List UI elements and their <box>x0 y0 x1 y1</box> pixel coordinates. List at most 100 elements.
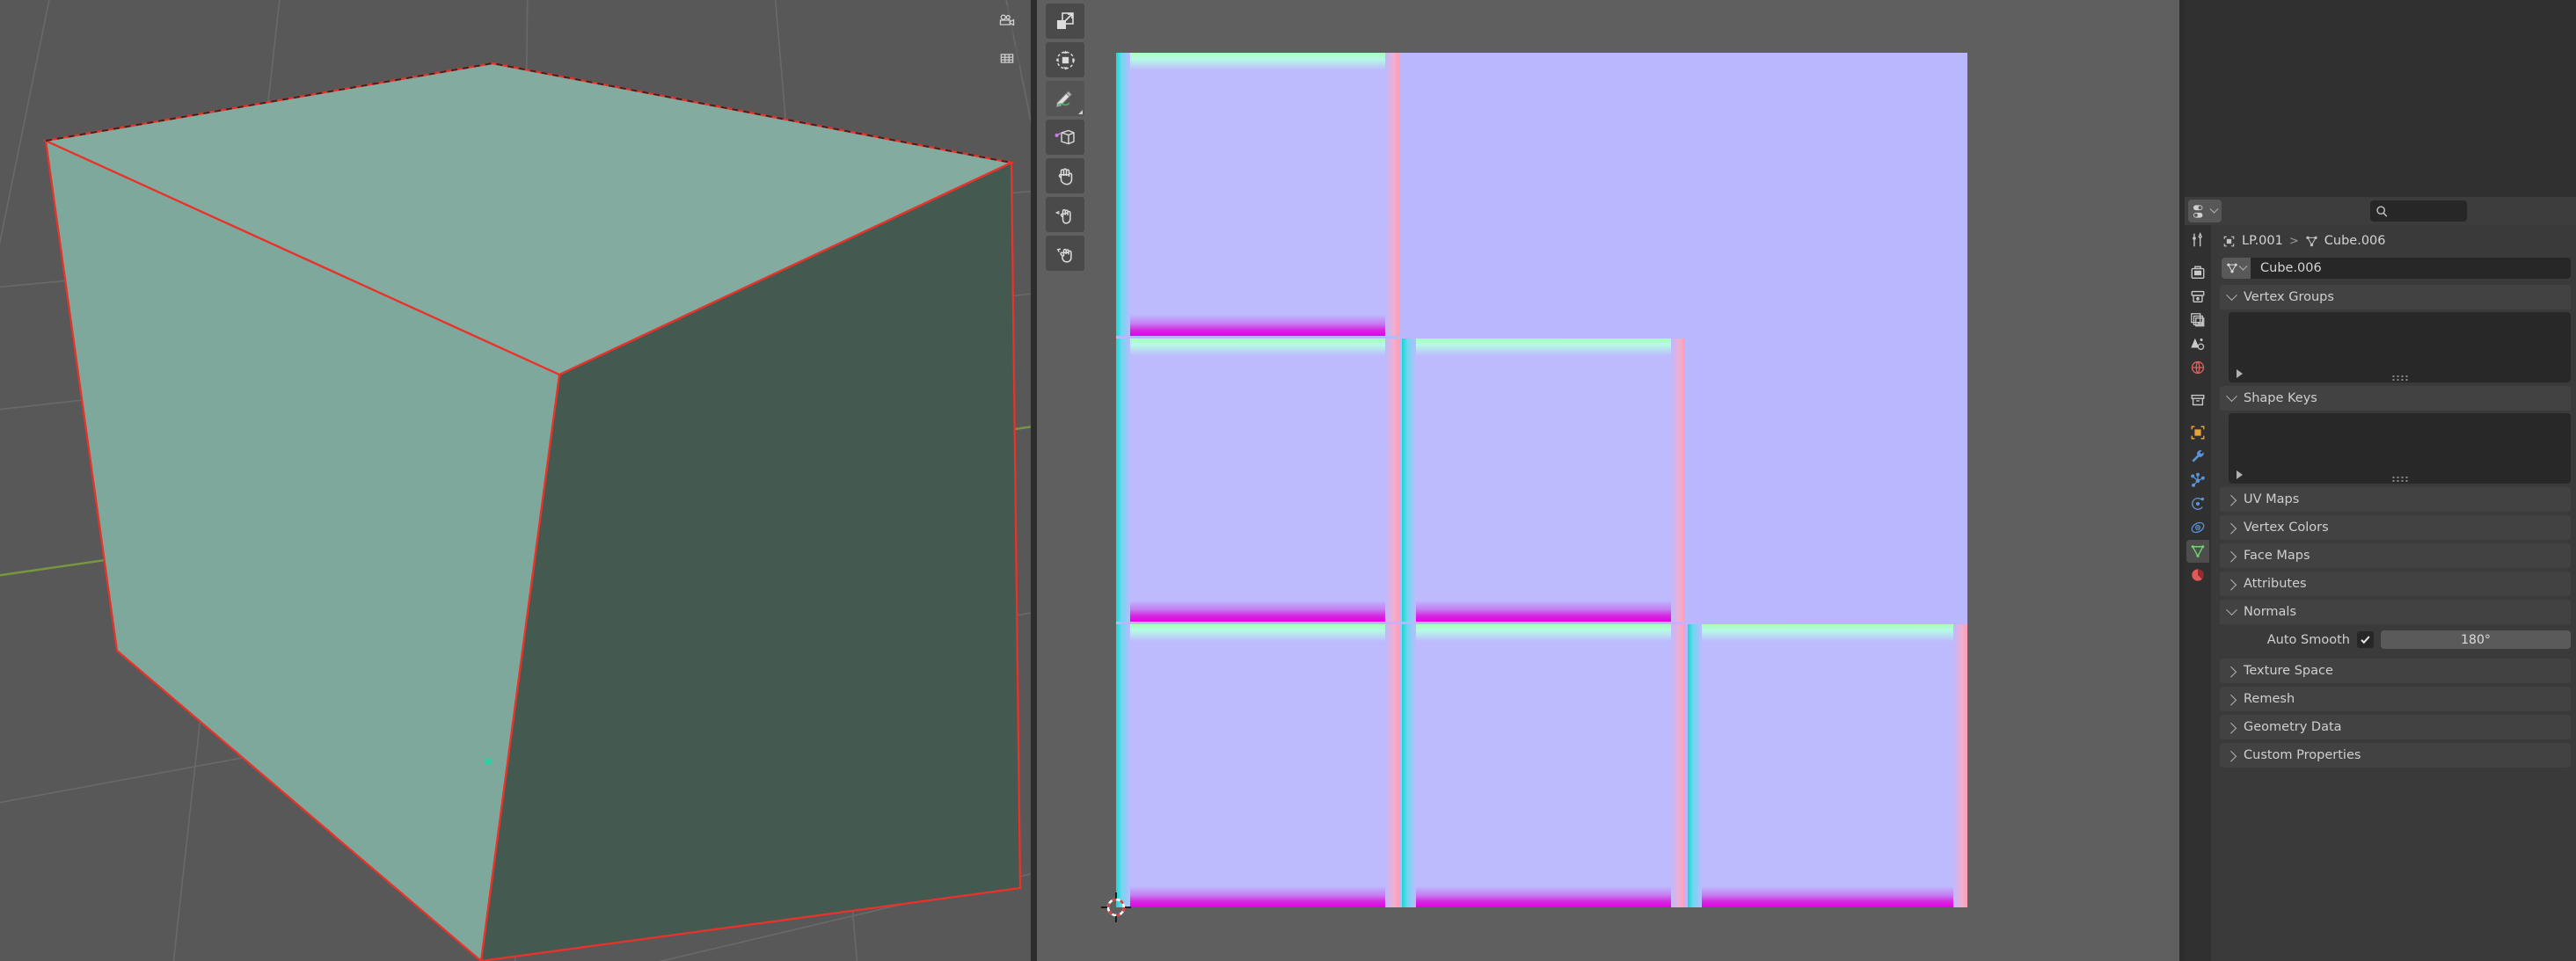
panel-title: Geometry Data <box>2244 720 2342 734</box>
shape-keys-list[interactable] <box>2229 413 2571 484</box>
chevron-down-icon <box>2238 261 2248 271</box>
chevron-down-icon <box>2209 204 2219 214</box>
normal-map-tile <box>1402 339 1685 622</box>
tab-output[interactable] <box>2186 285 2209 308</box>
auto-smooth-checkbox[interactable] <box>2357 631 2374 648</box>
properties-editor: LP.001 > Cube.006 Cube.006 Vertex Groups… <box>2185 0 2576 961</box>
chevron-down-icon <box>2226 288 2237 301</box>
panel-header-vertex-colors[interactable]: Vertex Colors <box>2220 515 2571 540</box>
tab-physics[interactable] <box>2186 492 2209 515</box>
panel-vertex-colors: Vertex Colors <box>2211 515 2576 540</box>
panel-title: Shape Keys <box>2244 391 2317 405</box>
tab-object[interactable] <box>2186 421 2209 444</box>
uv-editor-toolbar[interactable] <box>1046 4 1084 271</box>
tab-material[interactable] <box>2186 564 2209 586</box>
chevron-right-icon <box>2225 550 2237 563</box>
mesh-data-icon <box>2227 263 2237 273</box>
chevron-right-icon <box>2225 494 2237 506</box>
tab-scene[interactable] <box>2186 332 2209 355</box>
panel-header-remesh[interactable]: Remesh <box>2220 687 2571 711</box>
properties-tab-strip[interactable] <box>2185 227 2211 961</box>
auto-smooth-row: Auto Smooth 180° <box>2211 624 2576 655</box>
object-square-icon <box>2223 236 2235 246</box>
3d-viewport[interactable] <box>0 0 1031 961</box>
normal-map-tile <box>1688 624 1967 907</box>
tool-grab[interactable] <box>1046 158 1084 193</box>
tab-object-data[interactable] <box>2186 540 2209 563</box>
vertex-groups-list[interactable] <box>2229 312 2571 382</box>
search-input[interactable] <box>2393 204 2463 218</box>
panel-vertex-groups: Vertex Groups <box>2211 285 2576 382</box>
tool-tweak[interactable] <box>1046 4 1084 39</box>
panel-header-geometry-data[interactable]: Geometry Data <box>2220 715 2571 739</box>
list-grip-handle[interactable] <box>2392 375 2407 377</box>
panel-normals: Normals Auto Smooth 180° <box>2211 600 2576 655</box>
auto-smooth-angle-value: 180° <box>2461 632 2491 647</box>
panel-header-uv-maps[interactable]: UV Maps <box>2220 487 2571 512</box>
properties-search[interactable] <box>2370 200 2467 222</box>
panel-header-attributes[interactable]: Attributes <box>2220 572 2571 596</box>
panel-title: Normals <box>2244 605 2297 619</box>
datablock-row: Cube.006 <box>2211 255 2576 281</box>
panel-title: Face Maps <box>2244 549 2310 563</box>
tab-world[interactable] <box>2186 356 2209 379</box>
uv-image-editor[interactable] <box>1037 0 2179 961</box>
datablock-name-field[interactable]: Cube.006 <box>2251 258 2571 279</box>
auto-smooth-label: Auto Smooth <box>2266 632 2350 647</box>
tab-modifiers[interactable] <box>2186 445 2209 468</box>
area-separator-viewport-uv[interactable] <box>1031 0 1037 961</box>
panel-title: Vertex Colors <box>2244 521 2329 535</box>
tool-sample[interactable] <box>1046 120 1084 155</box>
tab-view-layer[interactable] <box>2186 309 2209 331</box>
chevron-right-icon <box>2225 666 2237 678</box>
tool-relax[interactable] <box>1046 197 1084 232</box>
tool-annotate[interactable] <box>1046 81 1084 116</box>
panel-header-face-maps[interactable]: Face Maps <box>2220 543 2571 568</box>
tab-tool[interactable] <box>2186 229 2209 251</box>
auto-smooth-angle-slider[interactable]: 180° <box>2381 630 2571 649</box>
list-expand-triangle[interactable] <box>2237 369 2243 378</box>
tool-submenu-indicator <box>1078 110 1083 114</box>
panel-header-custom-properties[interactable]: Custom Properties <box>2220 743 2571 768</box>
panel-header-texture-space[interactable]: Texture Space <box>2220 659 2571 683</box>
mesh-data-icon <box>2306 236 2317 246</box>
properties-header <box>2185 197 2576 225</box>
panel-remesh: Remesh <box>2211 687 2576 711</box>
chevron-right-icon <box>2225 522 2237 535</box>
tab-constraints[interactable] <box>2186 516 2209 539</box>
list-grip-handle[interactable] <box>2392 477 2407 478</box>
toggle-orthographic-gizmo[interactable] <box>992 43 1022 73</box>
tab-render[interactable] <box>2186 261 2209 284</box>
check-icon <box>2361 636 2370 644</box>
panel-title: Vertex Groups <box>2244 290 2334 304</box>
chevron-down-icon <box>2226 389 2237 402</box>
chevron-right-icon <box>2225 694 2237 706</box>
panel-header-shape-keys[interactable]: Shape Keys <box>2220 386 2571 411</box>
panel-header-normals[interactable]: Normals <box>2220 600 2571 624</box>
panel-uv-maps: UV Maps <box>2211 487 2576 512</box>
tab-particles[interactable] <box>2186 469 2209 491</box>
camera-view-gizmo[interactable] <box>992 5 1022 35</box>
breadcrumb-separator: > <box>2288 234 2299 248</box>
normal-map-tile <box>1116 339 1399 622</box>
blender-window: LP.001 > Cube.006 Cube.006 Vertex Groups… <box>0 0 2576 961</box>
2d-cursor[interactable] <box>1101 892 1131 922</box>
normal-map-tile <box>1116 624 1399 907</box>
panel-attributes: Attributes <box>2211 572 2576 596</box>
tool-move[interactable] <box>1046 42 1084 77</box>
panel-title: UV Maps <box>2244 492 2300 506</box>
tool-pinch[interactable] <box>1046 236 1084 271</box>
datablock-type-button[interactable] <box>2222 258 2251 279</box>
tab-collection[interactable] <box>2186 389 2209 411</box>
normal-map-image[interactable] <box>1116 53 1967 907</box>
properties-panel-body: LP.001 > Cube.006 Cube.006 Vertex Groups… <box>2211 225 2576 961</box>
panel-title: Remesh <box>2244 692 2295 706</box>
panel-custom-properties: Custom Properties <box>2211 743 2576 768</box>
panel-header-vertex-groups[interactable]: Vertex Groups <box>2220 285 2571 309</box>
normal-map-tile <box>1402 624 1685 907</box>
editor-type-selector[interactable] <box>2188 200 2222 222</box>
viewport-gizmo-group[interactable] <box>992 5 1022 73</box>
panel-title: Attributes <box>2244 577 2307 591</box>
panel-title: Texture Space <box>2244 664 2333 678</box>
list-expand-triangle[interactable] <box>2237 470 2243 479</box>
